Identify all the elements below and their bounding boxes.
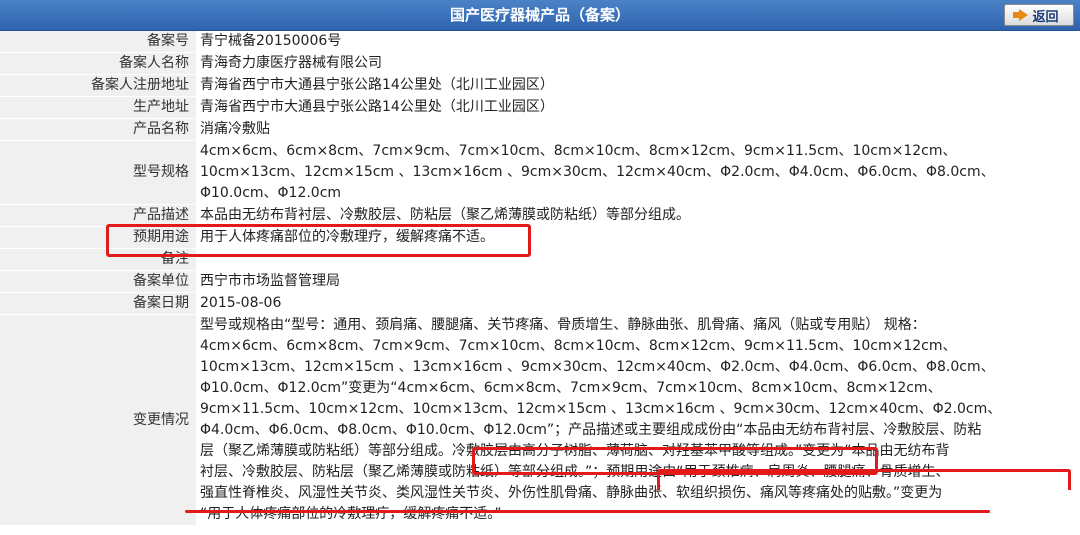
table-row: 备案号 青宁械备20150006号 [0, 31, 1080, 53]
table-row: 预期用途 用于人体疼痛部位的冷敷理疗，缓解疼痛不适。 [0, 226, 1080, 249]
field-label-registrant-name: 备案人名称 [0, 52, 196, 75]
field-label-filing-unit: 备案单位 [0, 270, 196, 293]
table-row: 备案人名称 青海奇力康医疗器械有限公司 [0, 52, 1080, 75]
field-value-remarks [196, 248, 1080, 271]
field-label-model-spec: 型号规格 [0, 140, 196, 205]
arrow-right-icon [1013, 9, 1029, 21]
field-value-filing-date: 2015-08-06 [196, 292, 1080, 315]
field-label-intended-use: 预期用途 [0, 226, 196, 249]
field-label-production-address: 生产地址 [0, 96, 196, 119]
field-value-production-address: 青海省西宁市大通县宁张公路14公里处（北川工业园区） [196, 96, 1080, 119]
table-row: 变更情况 型号或规格由“型号：通用、颈肩痛、腰腿痛、关节疼痛、骨质增生、静脉曲张… [0, 314, 1080, 526]
table-row: 备注 [0, 248, 1080, 271]
table-row: 备案人注册地址 青海省西宁市大通县宁张公路14公里处（北川工业园区） [0, 74, 1080, 97]
field-label-record-number: 备案号 [0, 31, 196, 53]
header-bar: 国产医疗器械产品（备案） 返回 [0, 0, 1080, 31]
back-button-label: 返回 [1032, 9, 1059, 25]
record-page: 国产医疗器械产品（备案） 返回 备案号 青宁械备20150006号 备案人名称 … [0, 0, 1080, 535]
field-label-product-name: 产品名称 [0, 118, 196, 141]
table-row: 备案单位 西宁市市场监督管理局 [0, 270, 1080, 293]
field-label-filing-date: 备案日期 [0, 292, 196, 315]
field-value-filing-unit: 西宁市市场监督管理局 [196, 270, 1080, 293]
table-row: 备案日期 2015-08-06 [0, 292, 1080, 315]
table-row: 产品名称 消痛冷敷贴 [0, 118, 1080, 141]
table-row: 型号规格 4cm×6cm、6cm×8cm、7cm×9cm、7cm×10cm、8c… [0, 140, 1080, 205]
table-row: 生产地址 青海省西宁市大通县宁张公路14公里处（北川工业园区） [0, 96, 1080, 119]
field-value-registered-address: 青海省西宁市大通县宁张公路14公里处（北川工业园区） [196, 74, 1080, 97]
record-detail-table: 备案号 青宁械备20150006号 备案人名称 青海奇力康医疗器械有限公司 备案… [0, 31, 1080, 526]
back-button[interactable]: 返回 [1004, 4, 1074, 26]
field-value-intended-use: 用于人体疼痛部位的冷敷理疗，缓解疼痛不适。 [196, 226, 1080, 249]
field-label-remarks: 备注 [0, 248, 196, 271]
field-value-registrant-name: 青海奇力康医疗器械有限公司 [196, 52, 1080, 75]
table-row: 产品描述 本品由无纺布背衬层、冷敷胶层、防粘层（聚乙烯薄膜或防粘纸）等部分组成。 [0, 204, 1080, 227]
page-title: 国产医疗器械产品（备案） [449, 6, 630, 24]
field-value-change-history: 型号或规格由“型号：通用、颈肩痛、腰腿痛、关节疼痛、骨质增生、静脉曲张、肌骨痛、… [196, 314, 1080, 526]
field-label-product-description: 产品描述 [0, 204, 196, 227]
field-value-product-name: 消痛冷敷贴 [196, 118, 1080, 141]
field-label-registered-address: 备案人注册地址 [0, 74, 196, 97]
field-label-change-history: 变更情况 [0, 314, 196, 526]
field-value-model-spec: 4cm×6cm、6cm×8cm、7cm×9cm、7cm×10cm、8cm×10c… [196, 140, 1080, 205]
field-value-record-number: 青宁械备20150006号 [196, 31, 1080, 53]
field-value-product-description: 本品由无纺布背衬层、冷敷胶层、防粘层（聚乙烯薄膜或防粘纸）等部分组成。 [196, 204, 1080, 227]
